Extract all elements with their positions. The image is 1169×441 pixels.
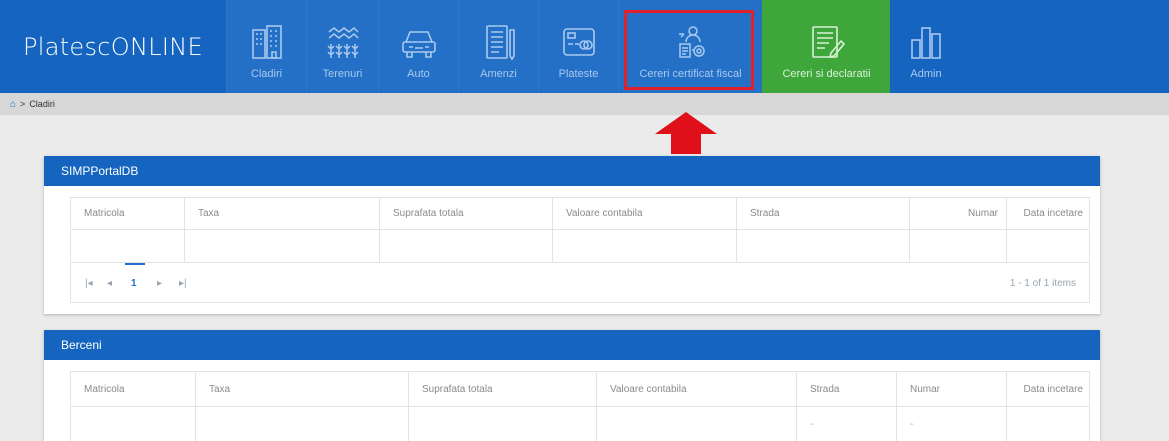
nav-item-cladiri[interactable]: Cladiri: [226, 0, 306, 93]
table-cell: [1006, 230, 1091, 262]
app-logo[interactable]: PlatescONLINE: [0, 0, 226, 93]
red-arrow-up-icon: [655, 112, 717, 154]
nav-item-label: Admin: [910, 68, 942, 80]
pager-summary: 1 - 1 of 1 items: [1009, 277, 1076, 289]
column-header-strada[interactable]: Strada: [796, 372, 896, 406]
table-cell: [736, 230, 909, 262]
first-page-button[interactable]: |◂: [85, 263, 93, 303]
column-header-numar[interactable]: Numar: [896, 372, 1006, 406]
highlight-box: [624, 10, 754, 90]
building-icon: [251, 25, 282, 59]
column-header-suprafata-totala[interactable]: Suprafata totala: [408, 372, 596, 406]
table-cell: [71, 407, 195, 441]
column-header-taxa[interactable]: Taxa: [184, 198, 379, 229]
panel-simpportaldb: SIMPPortalDB Matricola Taxa Suprafata to…: [44, 156, 1100, 314]
table-cell: [596, 407, 796, 441]
table-cell: [379, 230, 552, 262]
home-icon[interactable]: ⌂: [10, 99, 16, 110]
data-grid: Matricola Taxa Suprafata totala Valoare …: [70, 371, 1090, 441]
column-header-suprafata-totala[interactable]: Suprafata totala: [379, 198, 552, 229]
panel-berceni: Berceni Matricola Taxa Suprafata totala …: [44, 330, 1100, 441]
column-header-valoare-contabila[interactable]: Valoare contabila: [552, 198, 736, 229]
nav-item-terenuri[interactable]: Terenuri: [306, 0, 378, 93]
table-cell: [184, 230, 379, 262]
column-header-matricola[interactable]: Matricola: [71, 198, 184, 229]
table-cell: [71, 230, 184, 262]
column-header-taxa[interactable]: Taxa: [195, 372, 408, 406]
panel-title: Berceni: [44, 330, 1100, 360]
pager: |◂ ◂ 1 ▸ ▸| 1 - 1 of 1 items: [71, 263, 1089, 303]
table-cell: [195, 407, 408, 441]
nav-item-auto[interactable]: Auto: [378, 0, 458, 93]
table-row[interactable]: - -: [71, 407, 1089, 441]
table-row[interactable]: [71, 230, 1089, 263]
table-cell: [1006, 407, 1091, 441]
panel-title: SIMPPortalDB: [44, 156, 1100, 186]
column-header-data-incetare[interactable]: Data incetare: [1006, 372, 1091, 406]
prev-page-button[interactable]: ◂: [107, 263, 112, 303]
car-icon: [401, 31, 436, 58]
grid-header-row: Matricola Taxa Suprafata totala Valoare …: [71, 372, 1089, 407]
page-number-button[interactable]: 1: [125, 263, 144, 303]
last-page-button[interactable]: ▸|: [179, 263, 187, 303]
nav-item-admin[interactable]: Admin: [890, 0, 962, 93]
table-cell: [408, 407, 596, 441]
breadcrumb-separator: >: [20, 99, 26, 109]
column-header-numar[interactable]: Numar: [909, 198, 1006, 229]
nav-item-label: Terenuri: [322, 68, 363, 80]
nav-item-label: Plateste: [558, 68, 599, 80]
table-cell: -: [896, 407, 1006, 441]
top-navigation-bar: PlatescONLINE Cladiri Terenuri Auto Amen…: [0, 0, 1169, 93]
next-page-button[interactable]: ▸: [157, 263, 162, 303]
data-grid: Matricola Taxa Suprafata totala Valoare …: [70, 197, 1090, 303]
column-header-valoare-contabila[interactable]: Valoare contabila: [596, 372, 796, 406]
nav-item-label: Auto: [407, 68, 430, 80]
column-header-matricola[interactable]: Matricola: [71, 372, 195, 406]
nav-item-label: Cladiri: [250, 68, 283, 80]
column-header-data-incetare[interactable]: Data incetare: [1006, 198, 1091, 229]
breadcrumb: ⌂ > Cladiri: [0, 93, 1169, 115]
column-header-strada[interactable]: Strada: [736, 198, 909, 229]
table-cell: [909, 230, 1006, 262]
table-cell: [552, 230, 736, 262]
nav-item-label: Cereri si declaratii: [782, 68, 871, 80]
document-icon: [485, 25, 515, 61]
table-cell: -: [796, 407, 896, 441]
nav-item-label: Amenzi: [480, 68, 517, 80]
bar-chart-icon: [911, 27, 941, 59]
grid-header-row: Matricola Taxa Suprafata totala Valoare …: [71, 198, 1089, 230]
nav-item-plateste[interactable]: Plateste: [538, 0, 618, 93]
breadcrumb-current: Cladiri: [29, 99, 55, 109]
nav-item-amenzi[interactable]: Amenzi: [458, 0, 538, 93]
nav-item-cereri-si-declaratii[interactable]: Cereri si declaratii: [762, 0, 890, 93]
field-icon: [326, 26, 359, 58]
form-edit-icon: [811, 26, 845, 59]
card-icon: [562, 28, 595, 56]
